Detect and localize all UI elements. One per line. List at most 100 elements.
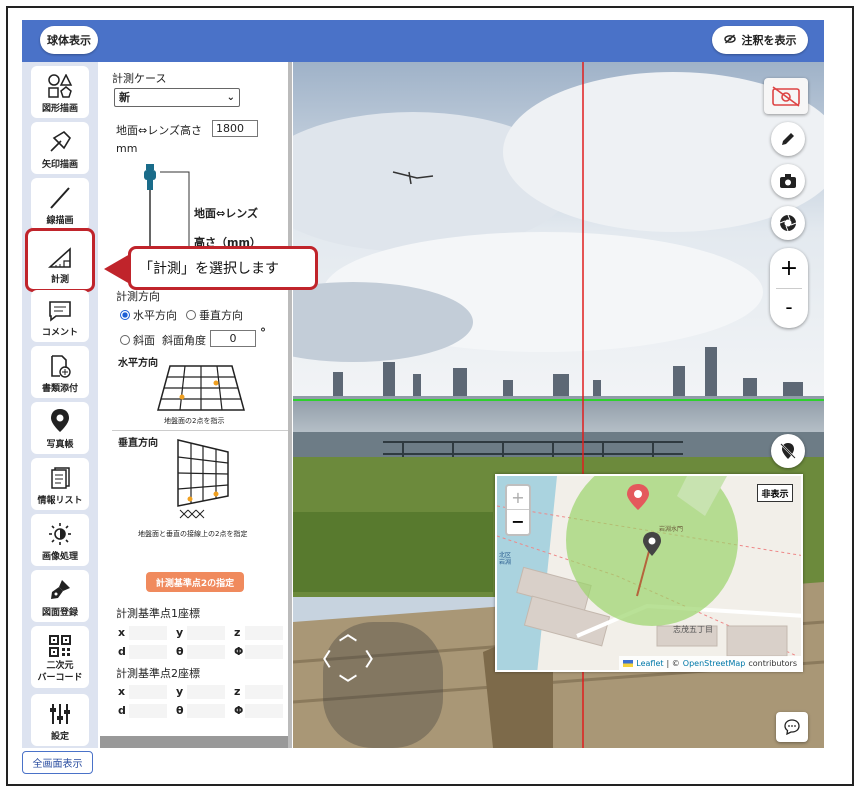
mini-map[interactable]: + − 非表示 志茂五丁目 岩淵水門 北区岩淵 Leaflet | © Open… <box>495 474 803 672</box>
tool-label: 矢印描画 <box>41 160 78 170</box>
screenshot-button[interactable] <box>771 164 805 198</box>
horizontal-grid-diagram <box>157 365 245 411</box>
line-icon <box>50 187 70 209</box>
coord-value <box>245 625 283 640</box>
osm-link[interactable]: OpenStreetMap <box>683 659 746 668</box>
coord-value <box>245 684 283 699</box>
map-hide-button[interactable]: 非表示 <box>757 484 793 502</box>
direction-radio-vertical[interactable]: 垂直方向 <box>186 307 243 323</box>
map-place-label: 北区岩淵 <box>499 552 512 566</box>
height-label: 地面⇔レンズ高さ <box>116 124 202 137</box>
annotation-toggle-label: 注釈を表示 <box>741 34 797 47</box>
instruction-callout: 「計測」を選択します <box>128 246 318 290</box>
coord-value <box>129 625 167 640</box>
tool-qr-code[interactable]: 二次元 バーコード <box>31 626 89 688</box>
map-zoom-out-button[interactable]: − <box>507 510 529 534</box>
tool-sidebar: 図形描画 矢印描画 線描画 計測 コメント 書類添付 写真帳 情報リスト 画像処… <box>22 62 98 748</box>
coord-label: θ <box>176 704 184 717</box>
tool-arrow[interactable]: 矢印描画 <box>31 122 89 174</box>
nav-down-arrow[interactable]: ﹀ <box>339 670 357 696</box>
tool-image-processing[interactable]: 画像処理 <box>31 514 89 566</box>
coord-row: d θ Φ <box>118 643 292 660</box>
location-off-button[interactable] <box>771 434 805 468</box>
nav-right-arrow[interactable]: 〉 <box>365 646 383 672</box>
location-off-icon <box>780 443 796 459</box>
map-place-label: 岩淵水門 <box>659 526 684 533</box>
zoom-divider <box>776 288 802 289</box>
fullscreen-button[interactable]: 全画面表示 <box>22 751 93 774</box>
coord-label: Φ <box>234 704 244 717</box>
tool-info-list[interactable]: 情報リスト <box>31 458 89 510</box>
case-select[interactable]: 新 ⌄ <box>114 88 240 107</box>
direction-radio-horizontal[interactable]: 水平方向 <box>120 307 177 323</box>
map-attribution: Leaflet | © OpenStreetMap contributors <box>619 656 801 670</box>
slope-angle-value: 0 <box>229 332 237 345</box>
map-hide-label: 非表示 <box>761 489 789 500</box>
coord-label: x <box>118 685 126 698</box>
reference-point-button[interactable]: 計測基準点2の指定 <box>146 572 244 592</box>
globe-view-button[interactable]: 球体表示 <box>40 26 98 54</box>
radio-unchecked-icon <box>120 335 130 345</box>
arrow-icon <box>50 130 72 152</box>
photo-off-icon <box>772 86 800 107</box>
brightness-icon <box>49 523 71 545</box>
divider <box>112 430 288 431</box>
eye-off-icon <box>723 33 736 47</box>
tool-comment[interactable]: コメント <box>31 290 89 342</box>
map-zoom-in-button[interactable]: + <box>507 486 529 510</box>
shapes-icon <box>48 74 73 98</box>
coord-label: d <box>118 704 126 717</box>
tool-document-attach[interactable]: 書類添付 <box>31 346 89 398</box>
vertical-grid-diagram <box>177 439 229 519</box>
panel-scrollbar[interactable] <box>288 62 292 748</box>
coord-label: z <box>234 626 241 639</box>
chat-button[interactable] <box>776 712 808 742</box>
annotation-toggle-button[interactable]: 注釈を表示 <box>712 26 808 54</box>
height-input[interactable]: 1800 <box>212 120 258 137</box>
slope-angle-input[interactable]: 0 <box>210 330 256 347</box>
nav-left-arrow[interactable]: 〈 <box>313 646 331 672</box>
zoom-out-button[interactable]: - <box>770 290 808 324</box>
coord-value <box>245 644 283 659</box>
hide-photo-button[interactable] <box>764 78 808 114</box>
point1-title: 計測基準点1座標 <box>116 607 200 620</box>
vertical-caption: 地盤面と垂直の接線上の2点を指定 <box>138 530 248 538</box>
edit-button[interactable] <box>771 122 805 156</box>
document-attach-icon <box>51 355 71 378</box>
zoom-control: + - <box>770 248 808 328</box>
zoom-in-button[interactable]: + <box>770 252 808 286</box>
coord-label: d <box>118 645 126 658</box>
coord-value <box>129 703 167 718</box>
map-tiles <box>497 476 801 670</box>
tool-drawing-register[interactable]: 図面登録 <box>31 570 89 622</box>
tool-shapes[interactable]: 図形描画 <box>31 66 89 118</box>
location-pin-icon <box>51 409 69 432</box>
tool-line[interactable]: 線描画 <box>31 178 89 230</box>
callout-arrow <box>104 254 130 284</box>
point1-coords: x y z d θ Φ <box>118 624 292 660</box>
coord-value <box>187 684 225 699</box>
slope-radio[interactable]: 斜面 斜面角度 <box>120 332 206 348</box>
horizontal-title: 水平方向 <box>118 358 158 369</box>
fullscreen-label: 全画面表示 <box>32 759 83 770</box>
point2-coords: x y z d θ Φ <box>118 683 292 719</box>
pen-nib-icon <box>51 580 70 599</box>
tool-label: 図形描画 <box>41 104 78 114</box>
pencil-icon <box>782 133 794 145</box>
direction-label: 計測方向 <box>116 290 160 303</box>
nav-up-arrow[interactable]: ︿ <box>339 620 357 646</box>
tool-settings[interactable]: 設定 <box>31 694 89 746</box>
direction-option-label: 水平方向 <box>133 309 177 322</box>
case-label: 計測ケース <box>112 72 167 85</box>
shutter-button[interactable] <box>771 206 805 240</box>
attribution-tail: contributors <box>748 658 797 668</box>
tool-photo-album[interactable]: 写真帳 <box>31 402 89 454</box>
height-input-value: 1800 <box>216 122 244 135</box>
tool-measure[interactable]: 計測 <box>25 228 95 292</box>
leaflet-link[interactable]: Leaflet <box>636 659 663 668</box>
diagram-label-1: 地面⇔レンズ <box>194 207 258 220</box>
chat-bubble-icon <box>784 719 800 735</box>
tool-label: 線描画 <box>46 216 74 226</box>
globe-view-label: 球体表示 <box>47 34 91 47</box>
coord-value <box>129 644 167 659</box>
